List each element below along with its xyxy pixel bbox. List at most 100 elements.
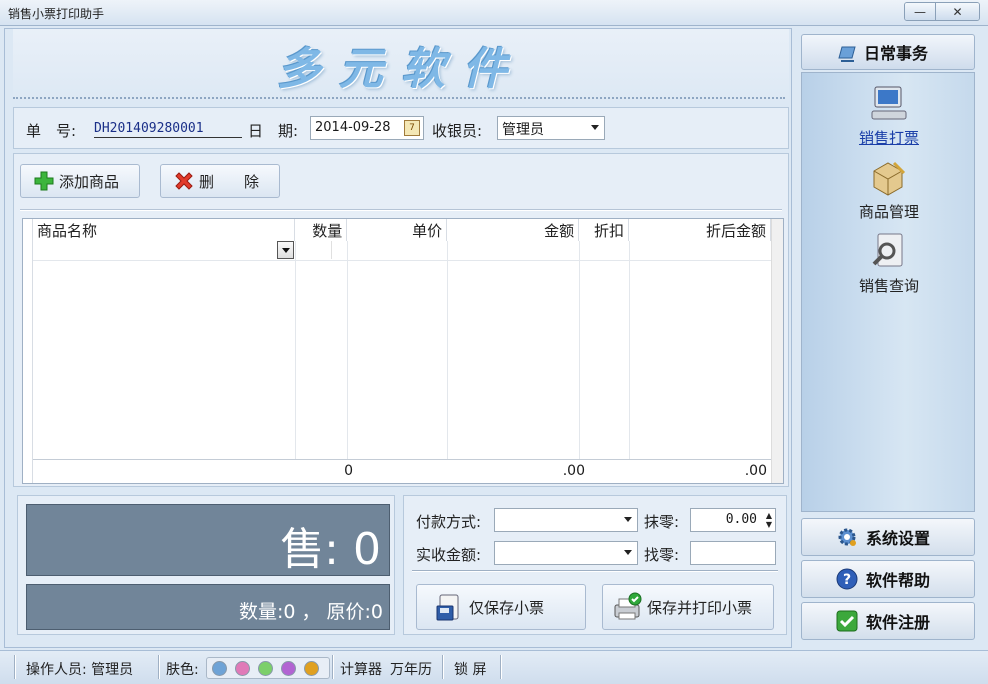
pay-method-select[interactable]	[494, 508, 638, 532]
skin-color-picker	[206, 657, 330, 679]
totals-row: 0 .00 .00	[33, 459, 771, 483]
grid-column-line	[447, 241, 448, 459]
order-no-label: 单 号:	[26, 122, 77, 140]
calculator-link[interactable]: 计算器	[340, 659, 382, 679]
skin-swatch-orange[interactable]	[304, 661, 319, 676]
operator-status: 操作人员: 管理员	[26, 662, 134, 678]
brand-logo: 多元软件	[277, 44, 525, 95]
col-header-price[interactable]: 单价	[346, 219, 448, 241]
order-no-value: DH201409280001	[94, 121, 242, 138]
search-doc-icon	[868, 231, 910, 271]
title-bar: 销售小票打印助手 — ✕	[0, 0, 988, 26]
add-item-button[interactable]: 添加商品	[20, 164, 140, 198]
save-print-button[interactable]: 保存并打印小票	[602, 584, 774, 630]
svg-text:?: ?	[843, 572, 851, 588]
minimize-button[interactable]: —	[905, 3, 935, 20]
date-value: 2014-09-28	[315, 120, 391, 135]
table-row[interactable]	[33, 241, 771, 261]
box-icon	[868, 157, 910, 197]
col-header-amount[interactable]: 金额	[446, 219, 580, 241]
main-frame: 多元软件 单 号: DH201409280001 日 期: 2014-09-28…	[4, 28, 792, 648]
sidebar-header-label: 日常事务	[864, 44, 929, 63]
system-settings-button[interactable]: 系统设置	[801, 518, 975, 556]
sidebar-item-label: 销售打票	[858, 129, 919, 147]
sidebar-item-product-mgmt[interactable]: 商品管理	[802, 157, 976, 222]
toolbar-divider	[20, 209, 782, 211]
status-divider	[500, 655, 502, 679]
banner: 多元软件	[13, 29, 789, 105]
qty-spinner[interactable]	[331, 241, 345, 259]
chevron-down-icon	[591, 125, 599, 130]
sidebar-item-sales-ticket[interactable]: 销售打票	[802, 83, 976, 148]
sale-display: 售: 0	[26, 504, 390, 576]
change-input[interactable]	[690, 541, 776, 565]
skin-swatch-pink[interactable]	[235, 661, 250, 676]
save-receipt-button[interactable]: 仅保存小票	[416, 584, 586, 630]
printer-icon	[611, 591, 643, 623]
date-label: 日 期:	[248, 122, 299, 140]
calendar-icon[interactable]: 7	[404, 120, 420, 136]
status-divider	[14, 655, 16, 679]
col-header-discounted-amount[interactable]: 折后金额	[628, 219, 771, 241]
cashier-label: 收银员:	[432, 122, 483, 140]
grid-header: 商品名称 数量 单价 金额 折扣 折后金额	[33, 219, 771, 241]
grid-column-line	[629, 241, 630, 459]
help-label: 软件帮助	[866, 571, 931, 590]
banner-divider	[13, 97, 785, 99]
grid-column-line	[295, 241, 296, 459]
change-label: 找零:	[644, 546, 680, 564]
status-divider	[332, 655, 334, 679]
quantity-original-price: 数量:0 ， 原价:0	[238, 601, 383, 623]
chevron-down-icon	[624, 517, 632, 522]
sidebar-nav: 销售打票 商品管理 销售查询	[801, 72, 975, 512]
register-button[interactable]: 软件注册	[801, 602, 975, 640]
delete-button[interactable]: 删 除	[160, 164, 280, 198]
spinner-icon[interactable]: ▲ ▼	[766, 511, 772, 529]
calendar-link[interactable]: 万年历	[390, 659, 432, 679]
help-icon: ?	[836, 568, 858, 590]
row-header-column	[23, 219, 33, 483]
skin-swatch-blue[interactable]	[212, 661, 227, 676]
sidebar-item-sales-query[interactable]: 销售查询	[802, 231, 976, 296]
received-amount-select[interactable]	[494, 541, 638, 565]
col-header-name[interactable]: 商品名称	[33, 219, 296, 241]
status-bar: 操作人员: 管理员 肤色: 计算器 万年历 锁 屏	[0, 650, 988, 684]
date-picker[interactable]: 2014-09-28 7	[310, 116, 424, 140]
sidebar-header[interactable]: 日常事务	[801, 34, 975, 70]
gear-icon	[836, 526, 858, 548]
sidebar-item-label: 销售查询	[858, 277, 919, 295]
grid-column-line	[579, 241, 580, 459]
computer-icon	[868, 83, 910, 123]
round-off-value: 0.00	[725, 512, 757, 527]
total-quantity: 0	[344, 463, 353, 479]
payment-divider	[412, 570, 778, 572]
sidebar-item-label: 商品管理	[858, 203, 919, 221]
round-off-input[interactable]: 0.00 ▲ ▼	[690, 508, 776, 532]
lock-screen-link[interactable]: 锁 屏	[454, 659, 486, 679]
register-icon	[836, 610, 858, 632]
sidebar: 日常事务 销售打票 商品管理 销售查询 系统设置 ? 软件帮助 软件注册	[797, 28, 981, 648]
cashier-select[interactable]: 管理员	[497, 116, 605, 140]
col-header-qty[interactable]: 数量	[294, 219, 348, 241]
col-header-discount[interactable]: 折扣	[578, 219, 630, 241]
plus-icon	[33, 170, 55, 192]
total-discounted-amount: .00	[744, 463, 767, 479]
close-button[interactable]: ✕	[935, 3, 979, 20]
help-button[interactable]: ? 软件帮助	[801, 560, 975, 598]
quantity-display: 数量:0 ， 原价:0	[26, 584, 390, 630]
product-dropdown-button[interactable]	[277, 241, 294, 259]
payment-panel: 付款方式: 抹零: 0.00 ▲ ▼ 实收金额: 找零: 仅保存小票 保存并打印…	[403, 495, 787, 635]
items-grid[interactable]: 商品名称 数量 单价 金额 折扣 折后金额 0 .00 .00	[22, 218, 784, 484]
cashier-value: 管理员	[502, 122, 544, 138]
save-receipt-label: 仅保存小票	[469, 598, 545, 617]
total-amount: .00	[562, 463, 585, 479]
order-header: 单 号: DH201409280001 日 期: 2014-09-28 7 收银…	[13, 107, 789, 149]
skin-swatch-green[interactable]	[258, 661, 273, 676]
skin-label: 肤色:	[166, 662, 199, 678]
grid-scroll-edge	[771, 219, 783, 483]
pay-method-label: 付款方式:	[416, 513, 482, 531]
grid-column-line	[347, 241, 348, 459]
chevron-down-icon	[624, 550, 632, 555]
skin-swatch-purple[interactable]	[281, 661, 296, 676]
summary-panel: 售: 0 数量:0 ， 原价:0	[17, 495, 395, 635]
